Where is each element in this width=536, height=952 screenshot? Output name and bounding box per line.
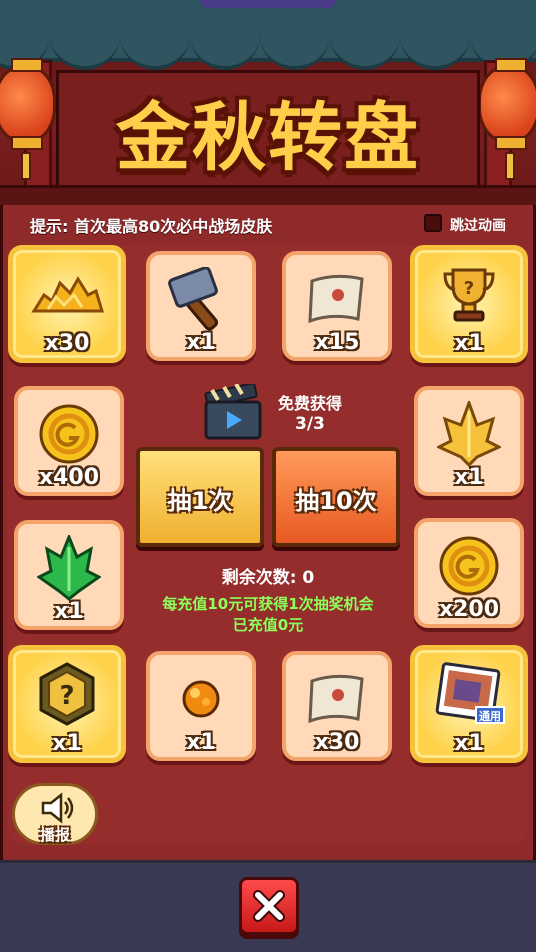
prize-tile-scroll: x30 bbox=[282, 651, 392, 761]
free-label: 免费获得 bbox=[278, 394, 343, 413]
gold-coin-icon bbox=[18, 402, 120, 466]
prize-tile-gold-coin: x200 bbox=[414, 518, 524, 628]
prize-tile-gold-nuggets: x30 bbox=[8, 245, 126, 363]
prize-qty: x400 bbox=[38, 465, 100, 490]
prize-tile-gold-crystal: x1 bbox=[414, 386, 524, 496]
prize-qty: x200 bbox=[438, 597, 500, 622]
prize-qty: x30 bbox=[44, 331, 90, 356]
prize-qty: x1 bbox=[54, 599, 84, 624]
skip-animation-label[interactable]: 跳过动画 bbox=[450, 215, 506, 235]
gold-crystal-icon bbox=[418, 401, 520, 467]
prize-qty: x1 bbox=[186, 330, 216, 355]
page-title: 金秋转盘 bbox=[116, 95, 420, 181]
video-ad-icon[interactable] bbox=[204, 382, 262, 440]
hammer-icon bbox=[150, 267, 252, 331]
trophy-icon: ? bbox=[415, 262, 523, 326]
prize-tile-mystery-box: ? x1 bbox=[8, 645, 126, 763]
prize-qty: x15 bbox=[314, 330, 360, 355]
curtain bbox=[0, 0, 536, 70]
prize-tile-gold-coin: x400 bbox=[14, 386, 124, 496]
prize-qty: x1 bbox=[454, 731, 484, 756]
gold-nuggets-icon bbox=[13, 262, 121, 326]
skip-animation-checkbox[interactable] bbox=[424, 214, 442, 232]
skin-card-icon: 通用 bbox=[415, 662, 523, 726]
svg-text:?: ? bbox=[59, 681, 74, 711]
hint-text: 提示: 首次最高80次必中战场皮肤 bbox=[30, 217, 273, 236]
draw-once-button[interactable]: 抽1次 bbox=[136, 447, 264, 547]
speaker-icon bbox=[41, 792, 74, 824]
prize-tile-scroll: x15 bbox=[282, 251, 392, 361]
lottery-screen: 金秋转盘 提示: 首次最高80次必中战场皮肤 跳过动画 x30 x1 x15 ?… bbox=[0, 0, 536, 952]
prize-tile-orange-orb: x1 bbox=[146, 651, 256, 761]
mystery-box-icon: ? bbox=[13, 662, 121, 726]
skin-card-badge: 通用 bbox=[479, 710, 501, 723]
draw-ten-button[interactable]: 抽10次 bbox=[272, 447, 400, 547]
prize-qty: x1 bbox=[454, 465, 484, 490]
green-crystal-icon bbox=[18, 535, 120, 601]
prize-tile-skin-card: 通用 x1 bbox=[410, 645, 528, 763]
orange-orb-icon bbox=[150, 667, 252, 731]
prize-qty: x30 bbox=[314, 730, 360, 755]
broadcast-button[interactable]: 播报 bbox=[12, 783, 98, 845]
scroll-icon bbox=[286, 267, 388, 331]
gold-coin-icon bbox=[418, 534, 520, 598]
prize-qty: x1 bbox=[186, 730, 216, 755]
close-button[interactable] bbox=[239, 877, 299, 935]
prize-tile-trophy: ? x1 bbox=[410, 245, 528, 363]
svg-text:?: ? bbox=[464, 278, 474, 299]
prize-qty: x1 bbox=[52, 731, 82, 756]
roof-beam bbox=[0, 185, 536, 205]
broadcast-label: 播报 bbox=[39, 826, 70, 844]
prize-tile-green-crystal: x1 bbox=[14, 520, 124, 630]
prize-tile-hammer: x1 bbox=[146, 251, 256, 361]
free-count: 3/3 bbox=[295, 414, 325, 434]
scroll-icon bbox=[286, 667, 388, 731]
header: 金秋转盘 bbox=[0, 0, 536, 205]
prize-qty: x1 bbox=[454, 331, 484, 356]
close-icon bbox=[253, 890, 285, 922]
